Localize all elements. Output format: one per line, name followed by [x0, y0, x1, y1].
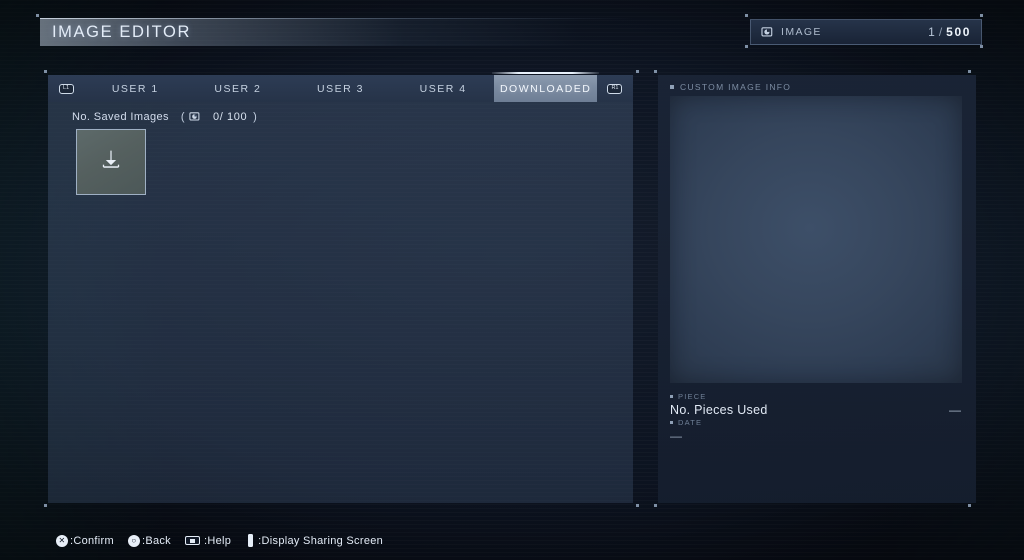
corner-tick	[980, 45, 983, 48]
image-counter: IMAGE 1/500	[750, 19, 982, 45]
corner-tick	[745, 45, 748, 48]
download-icon	[96, 145, 126, 180]
l1-button-icon: L1	[58, 83, 74, 94]
tab-label: USER 3	[317, 82, 364, 95]
date-tag-label: DATE	[678, 418, 703, 427]
corner-tick	[636, 504, 639, 507]
date-info-row: —	[670, 429, 962, 443]
tab-next-shoulder[interactable]: R1	[596, 75, 633, 102]
tab-label: USER 1	[111, 82, 159, 95]
tab-user-4[interactable]: USER 4	[391, 75, 495, 102]
image-icon	[189, 111, 201, 123]
circle-button-icon: ○	[127, 534, 140, 547]
tab-label: USER 4	[419, 82, 467, 95]
cross-button-icon: ✕	[56, 534, 68, 547]
page-title: IMAGE EDITOR	[52, 22, 191, 41]
image-icon	[761, 26, 774, 39]
touchpad-button-icon	[184, 536, 200, 545]
saved-images-count: 0/ 100	[212, 111, 248, 123]
footer-action-label: :Display Sharing Screen	[258, 534, 384, 547]
tab-user-1[interactable]: USER 1	[84, 75, 187, 102]
tab-label: USER 2	[214, 82, 262, 95]
corner-tick	[968, 70, 971, 73]
tab-user-3[interactable]: USER 3	[289, 75, 392, 102]
tab-label: DOWNLOADED	[499, 82, 592, 95]
corner-tick	[980, 14, 983, 17]
image-counter-current: 1	[928, 25, 936, 39]
date-value: —	[670, 429, 683, 443]
saved-images-close-paren: )	[253, 111, 258, 123]
image-counter-separator: /	[938, 25, 944, 39]
tab-downloaded[interactable]: DOWNLOADED	[492, 72, 599, 102]
tab-user-2[interactable]: USER 2	[186, 75, 290, 102]
pieces-used-label: No. Pieces Used	[670, 403, 768, 417]
footer-action-back[interactable]: ○ :Back	[127, 534, 171, 547]
footer-action-label: :Confirm	[70, 534, 114, 547]
footer-hints: ✕ :Confirm ○ :Back :Help :Display Sharin…	[56, 534, 397, 547]
image-counter-value: 1/500	[928, 25, 971, 39]
footer-action-sharing-screen[interactable]: :Display Sharing Screen	[245, 534, 383, 547]
image-counter-label: IMAGE	[781, 26, 822, 38]
saved-images-row: No. Saved Images ( 0/ 100 )	[72, 111, 257, 123]
corner-tick	[36, 14, 39, 17]
footer-action-label: :Back	[141, 534, 171, 547]
date-tag: DATE	[670, 418, 962, 427]
footer-action-help[interactable]: :Help	[184, 534, 232, 547]
title-bar: IMAGE EDITOR	[40, 18, 700, 46]
corner-tick	[968, 504, 971, 507]
piece-tag-label: PIECE	[678, 392, 707, 401]
corner-tick	[654, 70, 657, 73]
circle-glyph: ○	[127, 534, 140, 547]
image-counter-max: 500	[946, 25, 971, 39]
custom-image-info-header: CUSTOM IMAGE INFO	[658, 75, 976, 92]
tab-prev-shoulder[interactable]: L1	[48, 75, 84, 102]
piece-tag: PIECE	[670, 392, 962, 401]
options-button-icon	[248, 534, 254, 547]
piece-info-block: PIECE No. Pieces Used —	[670, 392, 962, 417]
bullet-icon	[670, 395, 673, 398]
image-preview	[670, 96, 962, 383]
saved-images-open-paren: (	[180, 111, 185, 123]
saved-images-label: No. Saved Images	[72, 111, 169, 123]
bullet-icon	[670, 85, 674, 89]
bullet-icon	[670, 421, 673, 424]
piece-info-row: No. Pieces Used —	[670, 403, 962, 417]
date-info-block: DATE —	[670, 418, 962, 443]
corner-tick	[654, 504, 657, 507]
corner-tick	[636, 70, 639, 73]
download-slot[interactable]	[76, 129, 146, 195]
r1-button-icon: R1	[607, 83, 623, 94]
pieces-used-value: —	[949, 403, 962, 417]
corner-tick	[44, 70, 47, 73]
corner-tick	[44, 504, 47, 507]
footer-action-confirm[interactable]: ✕ :Confirm	[56, 534, 114, 547]
tab-bar: L1 USER 1 USER 2 USER 3 USER 4 DOWNLOADE…	[48, 72, 633, 102]
footer-action-label: :Help	[203, 534, 232, 547]
cross-glyph: ✕	[56, 534, 68, 547]
custom-image-info-title: CUSTOM IMAGE INFO	[680, 82, 792, 92]
corner-tick	[745, 14, 748, 17]
